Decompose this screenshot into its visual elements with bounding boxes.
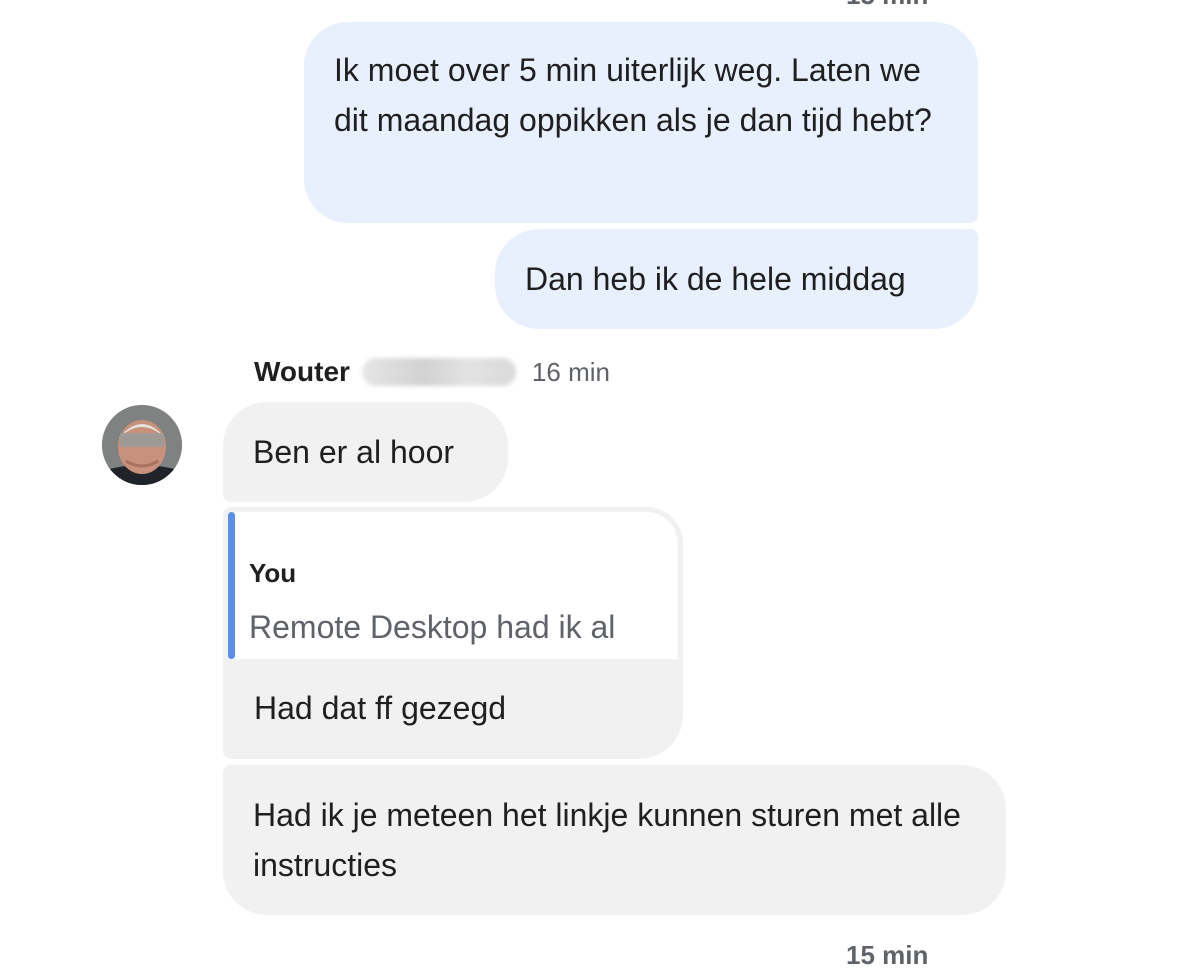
sender-header: Wouter 16 min [254, 350, 610, 394]
outgoing-message-bubble[interactable]: Ik moet over 5 min uiterlijk weg. Laten … [304, 22, 978, 223]
incoming-message-bubble[interactable]: Ben er al hoor [223, 402, 508, 502]
quote-author: You [249, 558, 297, 588]
message-timestamp-bottom: 15 min [846, 940, 929, 970]
incoming-message-bubble[interactable]: Had ik je meteen het linkje kunnen sture… [223, 765, 1006, 915]
avatar-photo-icon [102, 405, 182, 485]
message-timestamp-top: 15 min [846, 0, 928, 11]
quote-accent-bar [228, 512, 235, 659]
quote-text: Remote Desktop had ik al [249, 609, 616, 645]
outgoing-message-bubble[interactable]: Dan heb ik de hele middag [495, 229, 978, 329]
quoted-message[interactable]: You Remote Desktop had ik al [228, 512, 678, 659]
message-text: Ben er al hoor [253, 434, 455, 470]
sender-timestamp: 16 min [531, 356, 610, 387]
redacted-surname [361, 358, 516, 386]
message-text: Had ik je meteen het linkje kunnen sture… [253, 797, 961, 883]
message-text: Dan heb ik de hele middag [525, 261, 906, 297]
avatar[interactable] [102, 405, 182, 485]
incoming-reply-bubble[interactable]: You Remote Desktop had ik al Had dat ff … [223, 507, 683, 759]
sender-name: Wouter [254, 356, 350, 387]
message-text: Ik moet over 5 min uiterlijk weg. Laten … [334, 52, 932, 138]
message-text: Had dat ff gezegd [254, 690, 507, 726]
